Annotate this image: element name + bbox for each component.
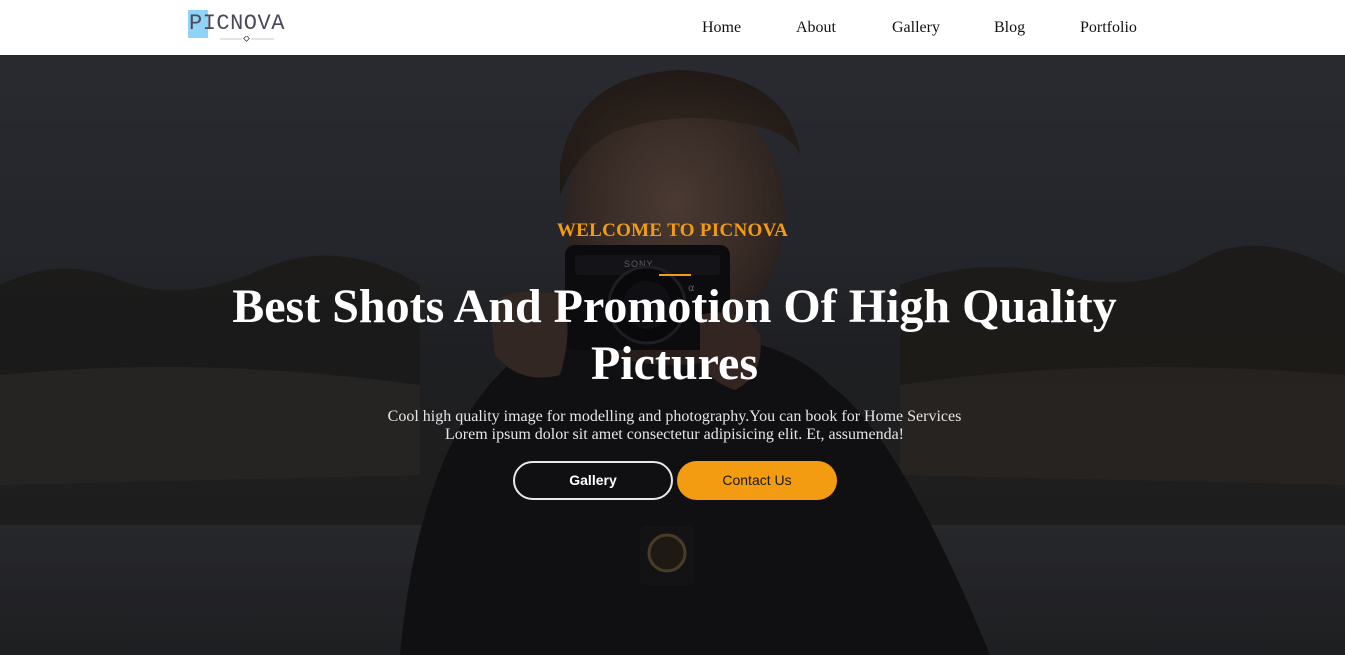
site-logo[interactable]: PICNOVA [188, 9, 304, 43]
logo-text: PICNOVA [189, 11, 285, 36]
headline-line-2: Pictures [590, 337, 759, 390]
gallery-button[interactable]: Gallery [513, 461, 673, 500]
hero-eyebrow: WELCOME TO PICNOVA [556, 220, 789, 241]
hero-section: SONY α WELCOME TO PICNOVA Best Shots And… [0, 55, 1345, 655]
nav-link-blog[interactable]: Blog [994, 17, 1025, 39]
nav-link-home[interactable]: Home [702, 17, 741, 39]
headline-line-1: Best Shots And Promotion Of High Quality [232, 280, 1117, 333]
logo-ornament-icon [220, 36, 274, 42]
lead-line-2: Lorem ipsum dolor sit amet consectetur a… [445, 426, 904, 443]
site-header: PICNOVA Home About Gallery Blog Portfoli… [0, 0, 1345, 55]
hero-lead-text: Cool high quality image for modelling an… [322, 408, 1027, 444]
lead-line-1: Cool high quality image for modelling an… [387, 408, 962, 425]
nav-link-about[interactable]: About [796, 17, 836, 39]
nav-link-gallery[interactable]: Gallery [892, 17, 940, 39]
contact-us-button[interactable]: Contact Us [677, 461, 837, 500]
eyebrow-divider [659, 274, 691, 276]
hero-headline: Best Shots And Promotion Of High Quality… [172, 278, 1177, 392]
nav-link-portfolio[interactable]: Portfolio [1080, 17, 1137, 39]
